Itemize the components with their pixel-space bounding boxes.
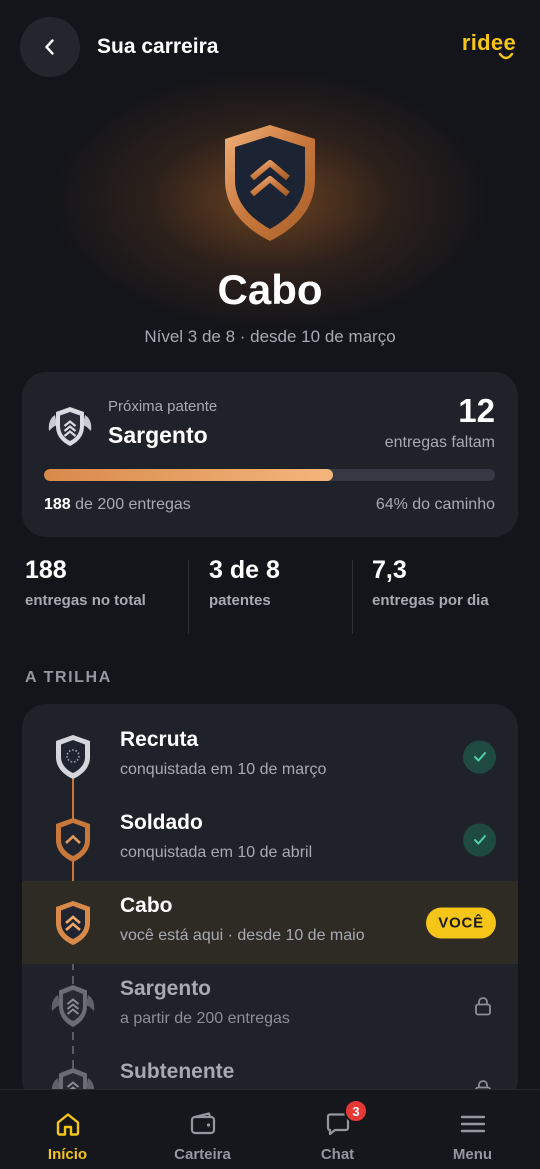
page-title: Sua carreira (97, 35, 219, 58)
progress-percent: 64% do caminho (375, 496, 495, 513)
remaining-label: entregas faltam (384, 434, 495, 451)
stat-value: 3 de 8 (209, 556, 280, 584)
chevron-left-icon (45, 39, 54, 55)
completed-badge (463, 823, 496, 856)
check-icon (473, 752, 486, 762)
nav-item-menu[interactable]: Menu (405, 1090, 540, 1169)
stats-row: 188 entregas no total 3 de 8 patentes 7,… (0, 556, 540, 636)
stat-label: entregas no total (25, 592, 146, 609)
next-rank-card: Próxima patente Sargento 12 entregas fal… (22, 372, 518, 537)
rank-subtitle: Nível 3 de 8 · desde 10 de março (144, 327, 396, 346)
trail-item-cabo[interactable]: Cabo você está aqui · desde 10 de maio V… (22, 881, 518, 964)
trail-item-desc: conquistada em 10 de abril (120, 844, 313, 861)
progress-current: 188 (44, 496, 71, 513)
header: Sua carreira ridee (20, 16, 516, 78)
trail-item-desc: você está aqui · desde 10 de maio (120, 927, 365, 944)
trail-item-name: Soldado (120, 811, 203, 834)
trail-item-recruta[interactable]: Recruta conquistada em 10 de março (22, 715, 518, 798)
winged-shield-icon (48, 407, 92, 446)
shield-double-chevron-icon (56, 900, 90, 945)
nav-item-chat[interactable]: 3 Chat (270, 1090, 405, 1169)
check-icon (473, 835, 486, 845)
rank-title: Cabo (217, 266, 323, 313)
trail-item-name: Subtenente (120, 1060, 235, 1083)
nav-label: Chat (320, 1146, 355, 1163)
shield-dots-icon (56, 734, 90, 779)
section-title: A TRILHA (25, 669, 112, 686)
wallet-icon (190, 1112, 215, 1135)
trail-item-name: Sargento (120, 977, 212, 1000)
divider (352, 560, 353, 634)
trail-item-soldado[interactable]: Soldado conquistada em 10 de abril (22, 798, 518, 881)
home-icon (56, 1113, 79, 1136)
nav-label: Menu (452, 1146, 493, 1163)
stat-per-day: 7,3 entregas por dia (372, 556, 502, 610)
trail-item-desc: a partir de 200 entregas (120, 1010, 290, 1027)
progress-fill (44, 469, 333, 481)
progress-count: 188 de 200 entregas (44, 496, 191, 514)
trail-item-sargento[interactable]: Sargento a partir de 200 entregas (22, 964, 518, 1047)
trail-item-name: Recruta (120, 728, 199, 751)
divider (188, 560, 189, 634)
stat-total-deliveries: 188 entregas no total (25, 556, 146, 610)
stat-ranks: 3 de 8 patentes (209, 556, 280, 610)
current-rank-badge: VOCÊ (426, 907, 496, 938)
remaining-count: 12 (458, 392, 495, 429)
stat-label: patentes (209, 592, 271, 609)
next-rank-label: Próxima patente (108, 398, 218, 415)
logo-smile-icon (498, 52, 514, 60)
stat-value: 188 (25, 556, 67, 584)
nav-item-home[interactable]: Início (0, 1090, 135, 1169)
lock-icon (475, 996, 491, 1015)
trail-item-name: Cabo (120, 894, 173, 917)
nav-label: Carteira (174, 1146, 231, 1163)
stat-value: 7,3 (372, 556, 407, 584)
nav-label: Início (47, 1146, 88, 1163)
chat-unread-badge: 3 (344, 1099, 368, 1123)
next-rank-name: Sargento (108, 422, 208, 448)
progress-bar (44, 469, 495, 481)
stat-label: entregas por dia (372, 592, 489, 609)
nav-item-wallet[interactable]: Carteira (135, 1090, 270, 1169)
menu-icon (460, 1115, 485, 1133)
shield-chevron-icon (225, 125, 315, 241)
trail-item-desc: conquistada em 10 de março (120, 761, 327, 778)
shield-chevron-icon (56, 817, 90, 862)
bottom-nav: Início Carteira 3 Chat Menu (0, 1089, 540, 1169)
completed-badge (463, 740, 496, 773)
back-button[interactable] (20, 17, 80, 77)
trail-card: Recruta conquistada em 10 de março Solda… (22, 704, 518, 1104)
winged-shield-icon (51, 984, 95, 1027)
ridee-logo: ridee (462, 30, 516, 60)
progress-rest: de 200 entregas (70, 496, 191, 513)
